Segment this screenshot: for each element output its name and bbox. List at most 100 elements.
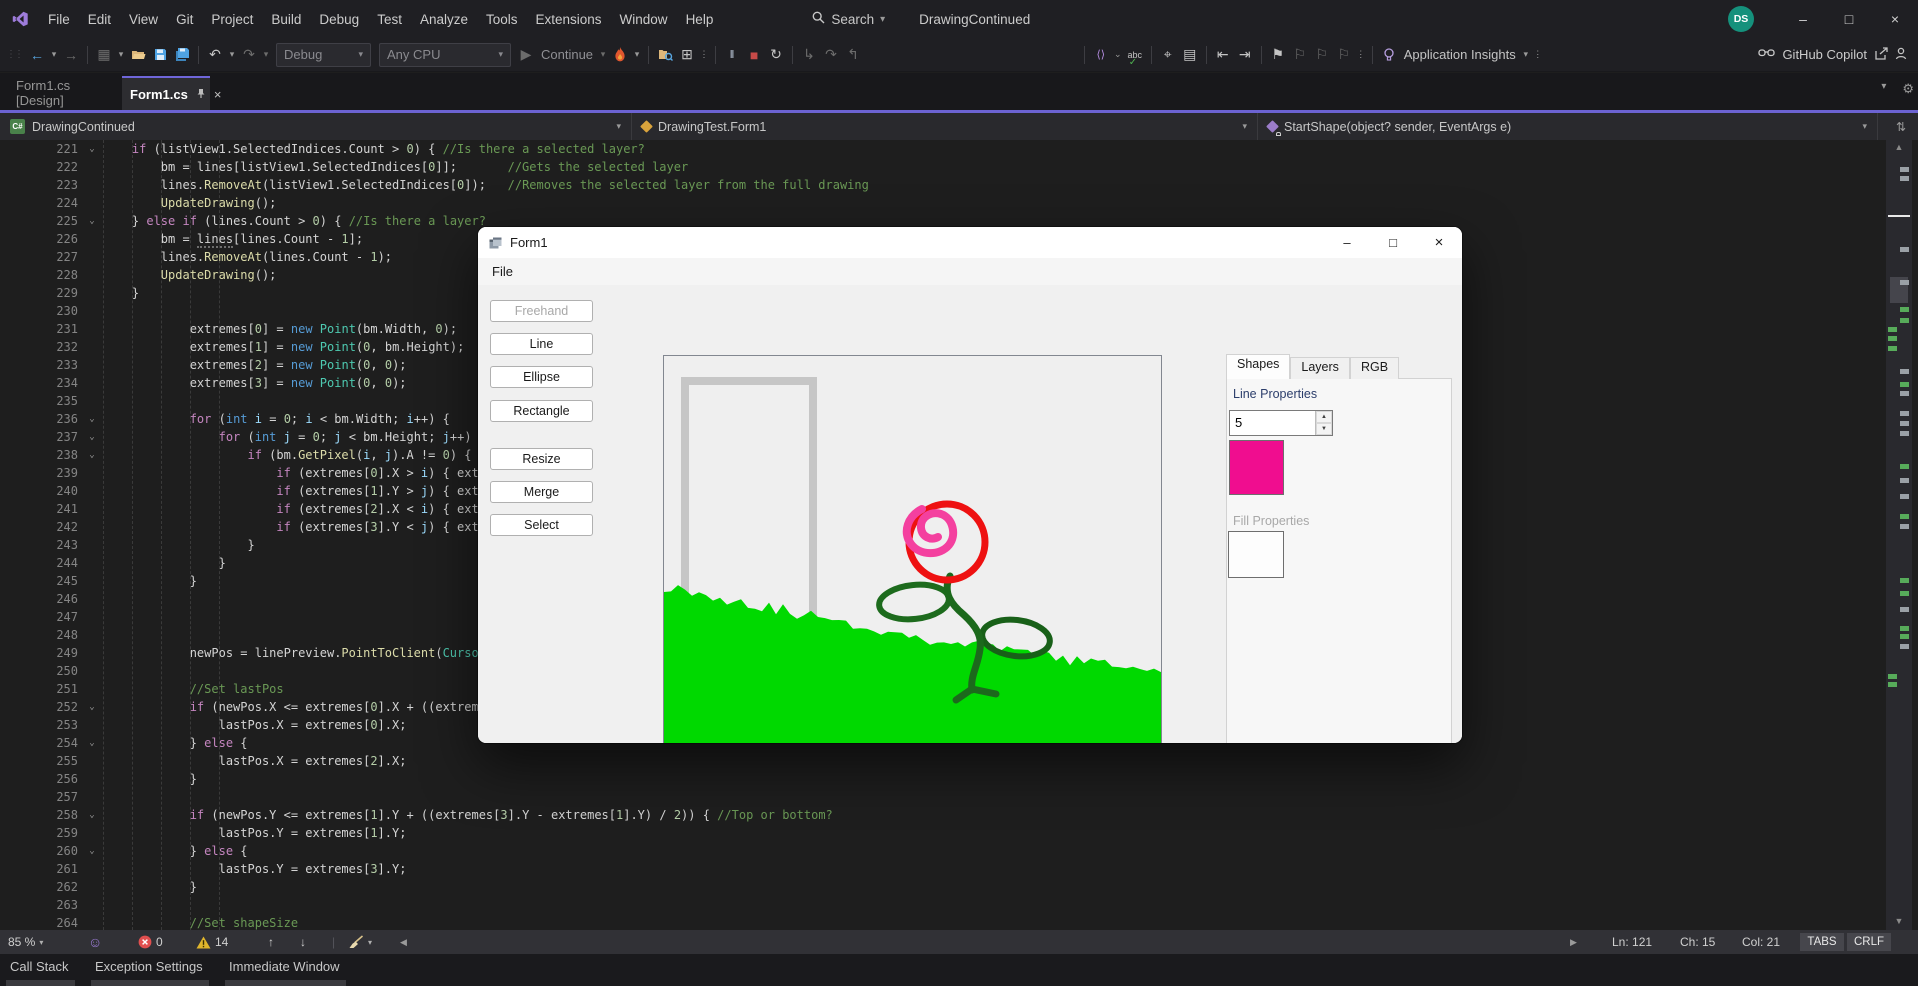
continue-play-icon[interactable]: ▶ bbox=[516, 43, 536, 67]
previous-issue-icon[interactable]: ↑ bbox=[268, 930, 274, 954]
form1-titlebar[interactable]: Form1 – □ × bbox=[478, 227, 1462, 258]
panel-tab-call-stack[interactable]: Call Stack bbox=[10, 959, 69, 974]
line-color-swatch[interactable] bbox=[1229, 440, 1284, 495]
fold-chevron-icon[interactable]: ⌄ bbox=[84, 698, 100, 716]
menu-file[interactable]: File bbox=[39, 8, 79, 31]
line-ending-indicator[interactable]: CRLF bbox=[1847, 933, 1891, 951]
hot-reload-flame-icon[interactable] bbox=[610, 43, 630, 67]
menu-view[interactable]: View bbox=[120, 8, 167, 31]
tabs-mode-indicator[interactable]: TABS bbox=[1800, 933, 1844, 951]
zoom-select[interactable]: 85 %▾ bbox=[8, 930, 43, 954]
application-insights-dropdown[interactable]: ▾ bbox=[1521, 43, 1531, 67]
select-tool-icon[interactable]: ⌖ bbox=[1158, 43, 1178, 67]
panel-tab-rgb[interactable]: RGB bbox=[1350, 357, 1399, 379]
navigate-back-button[interactable]: ← bbox=[27, 43, 47, 67]
character-indicator[interactable]: Ch: 15 bbox=[1680, 930, 1715, 954]
continue-button[interactable]: Continue bbox=[541, 47, 593, 62]
copilot-account-icon[interactable] bbox=[1895, 47, 1908, 63]
restart-button[interactable]: ↻ bbox=[766, 43, 786, 67]
fill-color-swatch[interactable] bbox=[1228, 531, 1284, 578]
menu-analyze[interactable]: Analyze bbox=[411, 8, 477, 31]
rectangle-tool-button[interactable]: Rectangle bbox=[490, 400, 593, 422]
clear-bookmarks-icon[interactable]: ⚐ bbox=[1334, 43, 1354, 67]
continue-dropdown[interactable]: ▾ bbox=[598, 43, 608, 67]
line-tool-button[interactable]: Line bbox=[490, 333, 593, 355]
save-all-icon[interactable] bbox=[172, 43, 192, 67]
drawing-canvas[interactable] bbox=[663, 355, 1162, 743]
scroll-up-icon[interactable]: ▲ bbox=[1886, 142, 1912, 152]
close-button[interactable]: × bbox=[1872, 0, 1918, 38]
fold-chevron-icon[interactable]: ⌄ bbox=[84, 842, 100, 860]
column-indicator[interactable]: Col: 21 bbox=[1742, 930, 1780, 954]
error-count[interactable]: 0 bbox=[138, 930, 163, 954]
code-cleanup-broom-icon[interactable]: ▾ bbox=[348, 930, 372, 954]
resize-tool-button[interactable]: Resize bbox=[490, 448, 593, 470]
undo-dropdown[interactable]: ▾ bbox=[227, 43, 237, 67]
live-preview-icon[interactable]: ⊞ bbox=[677, 43, 697, 67]
fold-chevron-icon[interactable]: ⌄ bbox=[84, 212, 100, 230]
navigate-forward-button[interactable]: → bbox=[61, 43, 81, 67]
copilot-share-icon[interactable] bbox=[1874, 47, 1888, 63]
warning-count[interactable]: 14 bbox=[196, 930, 228, 954]
pause-button[interactable]: ‖ bbox=[722, 43, 742, 67]
github-copilot-button[interactable]: GitHub Copilot bbox=[1782, 47, 1867, 62]
hot-reload-dropdown[interactable]: ▾ bbox=[632, 43, 642, 67]
next-issue-icon[interactable]: ↓ bbox=[300, 930, 306, 954]
member-dropdown[interactable]: StartShape(object? sender, EventArgs e) … bbox=[1258, 113, 1878, 140]
open-file-icon[interactable] bbox=[128, 43, 148, 67]
avatar[interactable]: DS bbox=[1728, 6, 1754, 32]
line-width-stepper[interactable]: 5 ▲ ▼ bbox=[1229, 410, 1333, 436]
editor-scrollbar[interactable]: ▲ ▼ bbox=[1886, 140, 1912, 930]
fold-chevron-icon[interactable]: ⌄ bbox=[84, 446, 100, 464]
menu-edit[interactable]: Edit bbox=[79, 8, 120, 31]
restore-button[interactable]: □ bbox=[1826, 0, 1872, 38]
solution-platform-select[interactable]: Any CPU▾ bbox=[379, 43, 511, 67]
increase-indent-icon[interactable]: ⇥ bbox=[1235, 43, 1255, 67]
tab-form1-design[interactable]: Form1.cs [Design] bbox=[4, 76, 120, 110]
spell-check-icon[interactable]: abc✓ bbox=[1124, 50, 1146, 60]
step-over-button[interactable]: ↷ bbox=[821, 43, 841, 67]
expand-right-icon[interactable]: ▶ bbox=[1570, 930, 1577, 954]
project-dropdown[interactable]: C# DrawingContinued ▾ bbox=[0, 113, 632, 140]
feedback-smiley-icon[interactable]: ☺ bbox=[88, 930, 102, 954]
collapse-left-icon[interactable]: ◀ bbox=[400, 930, 407, 954]
form1-close-button[interactable]: × bbox=[1416, 227, 1462, 258]
next-bookmark-icon[interactable]: ⚐ bbox=[1312, 43, 1332, 67]
code-map-dropdown[interactable]: ⌄ bbox=[1113, 43, 1123, 67]
step-out-button[interactable]: ↰ bbox=[843, 43, 863, 67]
type-dropdown[interactable]: DrawingTest.Form1 ▾ bbox=[632, 113, 1258, 140]
menu-help[interactable]: Help bbox=[677, 8, 723, 31]
menu-build[interactable]: Build bbox=[262, 8, 310, 31]
step-into-button[interactable]: ↳ bbox=[799, 43, 819, 67]
solution-configuration-select[interactable]: Debug▾ bbox=[276, 43, 371, 67]
save-icon[interactable] bbox=[150, 43, 170, 67]
form1-menu-file[interactable]: File bbox=[483, 261, 522, 282]
paste-format-icon[interactable]: ▤ bbox=[1180, 43, 1200, 67]
menu-extensions[interactable]: Extensions bbox=[527, 8, 611, 31]
menu-git[interactable]: Git bbox=[167, 8, 202, 31]
minimize-button[interactable]: – bbox=[1780, 0, 1826, 38]
fold-chevron-icon[interactable]: ⌄ bbox=[84, 410, 100, 428]
fold-chevron-icon[interactable]: ⌄ bbox=[84, 806, 100, 824]
stepper-down-icon[interactable]: ▼ bbox=[1316, 423, 1332, 435]
search-control[interactable]: Search ▾ bbox=[812, 11, 885, 27]
ellipse-tool-button[interactable]: Ellipse bbox=[490, 366, 593, 388]
new-item-button[interactable]: ▦ bbox=[94, 43, 114, 67]
code-map-icon[interactable]: ⟨⟩ bbox=[1091, 43, 1111, 67]
freehand-tool-button[interactable]: Freehand bbox=[490, 300, 593, 322]
application-insights-button[interactable]: Application Insights bbox=[1404, 47, 1516, 62]
merge-tool-button[interactable]: Merge bbox=[490, 481, 593, 503]
gear-icon[interactable]: ⚙ bbox=[1902, 81, 1914, 97]
menu-test[interactable]: Test bbox=[368, 8, 411, 31]
panel-tab-immediate-window[interactable]: Immediate Window bbox=[229, 959, 340, 974]
bookmark-overflow[interactable]: ⋮ bbox=[1356, 43, 1366, 67]
pin-icon[interactable] bbox=[188, 87, 206, 102]
form1-maximize-button[interactable]: □ bbox=[1370, 227, 1416, 258]
panel-tab-exception-settings[interactable]: Exception Settings bbox=[95, 959, 203, 974]
panel-tab-shapes[interactable]: Shapes bbox=[1226, 354, 1290, 379]
app-insights-overflow[interactable]: ⋮ bbox=[1533, 43, 1543, 67]
form1-minimize-button[interactable]: – bbox=[1324, 227, 1370, 258]
fold-chevron-icon[interactable]: ⌄ bbox=[84, 140, 100, 158]
tab-list-dropdown-icon[interactable]: ▾ bbox=[1881, 81, 1886, 97]
stepper-up-icon[interactable]: ▲ bbox=[1316, 411, 1332, 423]
